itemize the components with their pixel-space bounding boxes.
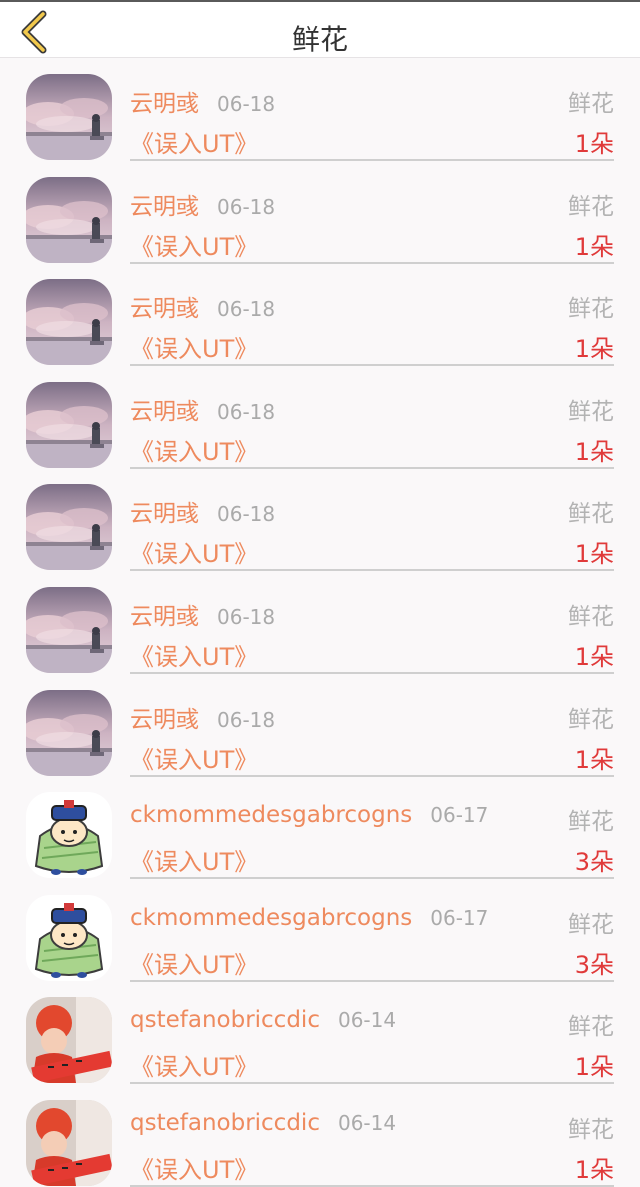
avatar-scenery[interactable] xyxy=(26,689,112,776)
user-name[interactable]: qstefanobriccdic 06-14 xyxy=(130,1007,396,1033)
avatar-scenery[interactable] xyxy=(26,381,112,468)
gift-type: 鲜花 xyxy=(568,911,614,938)
gift-count: 1朵 xyxy=(574,540,614,569)
user-name[interactable]: 云明彧 06-18 xyxy=(130,700,275,734)
list-item[interactable]: 云明彧 06-18 《误入UT》 鲜花 1朵 xyxy=(0,366,640,469)
avatar-scenery[interactable] xyxy=(26,586,112,673)
user-name-text: 云明彧 xyxy=(130,501,199,528)
user-name[interactable]: 云明彧 06-18 xyxy=(130,289,275,323)
top-bar: 鲜花 xyxy=(0,0,640,58)
book-title[interactable]: 《误入UT》 xyxy=(130,124,258,159)
gift-count: 1朵 xyxy=(574,130,614,158)
gift-type: 鲜花 xyxy=(568,1014,614,1041)
record-date: 06-18 xyxy=(217,194,276,219)
book-title[interactable]: 《误入UT》 xyxy=(130,432,258,467)
user-name-text: 云明彧 xyxy=(130,193,199,220)
gift-type: 鲜花 xyxy=(568,809,614,836)
user-name[interactable]: 云明彧 06-18 xyxy=(130,494,275,528)
gift-count: 3朵 xyxy=(574,950,614,979)
book-title[interactable]: 《误入UT》 xyxy=(130,227,258,262)
book-title[interactable]: 《误入UT》 xyxy=(130,1047,258,1082)
list-item[interactable]: 云明彧 06-18 《误入UT》 鲜花 1朵 xyxy=(0,58,640,161)
gift-count: 1朵 xyxy=(574,745,614,774)
user-name[interactable]: 云明彧 06-18 xyxy=(130,187,275,221)
user-name[interactable]: ckmommedesgabrcogns 06-17 xyxy=(130,802,488,828)
record-date: 06-18 xyxy=(217,604,276,629)
user-name-text: 云明彧 xyxy=(130,296,199,323)
gift-type: 鲜花 xyxy=(568,501,614,528)
page-title: 鲜花 xyxy=(291,23,348,56)
book-title[interactable]: 《误入UT》 xyxy=(130,534,258,569)
record-date: 06-14 xyxy=(337,1008,397,1033)
gift-type: 鲜花 xyxy=(568,1116,614,1143)
book-title[interactable]: 《误入UT》 xyxy=(130,1150,258,1185)
gift-count: 1朵 xyxy=(574,437,614,466)
list-item[interactable]: 云明彧 06-18 《误入UT》 鲜花 1朵 xyxy=(0,161,640,264)
list-item[interactable]: 云明彧 06-18 《误入UT》 鲜花 1朵 xyxy=(0,571,640,674)
list-item[interactable]: 云明彧 06-18 《误入UT》 鲜花 1朵 xyxy=(0,263,640,367)
record-date: 06-18 xyxy=(217,707,276,732)
gift-count: 1朵 xyxy=(574,1053,614,1082)
list-item[interactable]: 云明彧 06-18 《误入UT》 鲜花 1朵 xyxy=(0,674,640,777)
user-name-text: 云明彧 xyxy=(130,706,199,733)
book-title[interactable]: 《误入UT》 xyxy=(130,329,258,364)
user-name[interactable]: 云明彧 06-18 xyxy=(130,597,275,631)
list-item[interactable]: qstefanobriccdic 06-14 《误入UT》 鲜花 1朵 xyxy=(0,1084,640,1187)
list-item[interactable]: qstefanobriccdic 06-14 《误入UT》 鲜花 1朵 xyxy=(0,981,640,1085)
user-name-text: ckmommedesgabrcogns xyxy=(130,904,413,931)
user-name-text: 云明彧 xyxy=(130,91,199,117)
user-name[interactable]: qstefanobriccdic 06-14 xyxy=(130,1110,396,1136)
list-item[interactable]: ckmommedesgabrcogns 06-17 《误入UT》 鲜花 3朵 xyxy=(0,776,640,880)
book-title[interactable]: 《误入UT》 xyxy=(130,740,258,775)
gift-type: 鲜花 xyxy=(568,398,614,425)
user-name[interactable]: 云明彧 06-18 xyxy=(130,84,275,118)
avatar-photo[interactable] xyxy=(26,1099,112,1186)
avatar-cartoon[interactable] xyxy=(26,792,112,879)
user-name[interactable]: 云明彧 06-18 xyxy=(130,392,275,426)
book-title[interactable]: 《误入UT》 xyxy=(130,945,258,980)
avatar-scenery[interactable] xyxy=(26,176,112,263)
user-name-text: 云明彧 xyxy=(130,398,199,425)
user-name-text: qstefanobriccdic xyxy=(130,1109,320,1136)
avatar-photo[interactable] xyxy=(26,997,112,1084)
record-date: 06-18 xyxy=(217,399,276,424)
user-name-text: 云明彧 xyxy=(130,603,199,630)
user-name[interactable]: ckmommedesgabrcogns 06-17 xyxy=(130,905,488,931)
gift-count: 1朵 xyxy=(574,1155,614,1184)
gift-type: 鲜花 xyxy=(568,91,614,117)
avatar-cartoon[interactable] xyxy=(26,894,112,981)
book-title[interactable]: 《误入UT》 xyxy=(130,637,258,672)
gift-count: 1朵 xyxy=(574,335,614,364)
gift-count: 1朵 xyxy=(574,642,614,671)
list-item[interactable]: ckmommedesgabrcogns 06-17 《误入UT》 鲜花 3朵 xyxy=(0,879,640,982)
avatar-scenery[interactable] xyxy=(26,74,112,160)
user-name-text: qstefanobriccdic xyxy=(130,1007,320,1034)
avatar-scenery[interactable] xyxy=(26,484,112,571)
book-title[interactable]: 《误入UT》 xyxy=(130,842,258,877)
gift-type: 鲜花 xyxy=(568,296,614,323)
record-date: 06-17 xyxy=(430,803,489,828)
gift-type: 鲜花 xyxy=(568,193,614,220)
gift-count: 3朵 xyxy=(574,848,614,877)
record-date: 06-18 xyxy=(217,92,276,116)
record-date: 06-18 xyxy=(217,297,276,322)
avatar-scenery[interactable] xyxy=(26,279,112,366)
user-name-text: ckmommedesgabrcogns xyxy=(130,802,413,829)
gift-type: 鲜花 xyxy=(568,706,614,733)
list-item[interactable]: 云明彧 06-18 《误入UT》 鲜花 1朵 xyxy=(0,468,640,572)
gift-type: 鲜花 xyxy=(568,603,614,630)
record-date: 06-14 xyxy=(337,1110,397,1135)
record-date: 06-17 xyxy=(430,905,489,930)
gift-count: 1朵 xyxy=(574,232,614,261)
gift-record-list: 云明彧 06-18 《误入UT》 鲜花 1朵 云明彧 06-18 《误入UT》 鲜花 1朵 xyxy=(0,58,640,1187)
record-date: 06-18 xyxy=(217,502,276,527)
